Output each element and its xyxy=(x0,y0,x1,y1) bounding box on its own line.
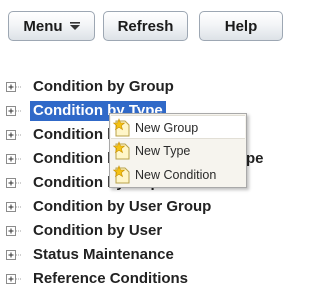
new-star-icon xyxy=(113,118,130,137)
menu-button-label: Menu xyxy=(23,17,63,35)
refresh-button-label: Refresh xyxy=(117,17,174,35)
menu-item-new-group[interactable]: New Group xyxy=(111,115,245,139)
expand-icon[interactable] xyxy=(6,152,21,166)
expand-icon[interactable] xyxy=(6,80,21,94)
new-star-icon xyxy=(113,165,130,184)
menu-button[interactable]: Menu xyxy=(8,11,95,41)
tree-node: Condition by User xyxy=(0,221,286,241)
help-button[interactable]: Help xyxy=(199,11,283,41)
expand-icon[interactable] xyxy=(6,248,21,262)
tree-node: Reference Conditions xyxy=(0,269,286,289)
expand-icon[interactable] xyxy=(6,272,21,286)
refresh-button[interactable]: Refresh xyxy=(103,11,188,41)
help-button-label: Help xyxy=(224,17,258,35)
tree-node: Condition by User Group xyxy=(0,197,286,217)
expand-icon[interactable] xyxy=(6,104,21,118)
context-menu: New Group New Type New Condition xyxy=(109,113,247,188)
tree-node-label-tail: pe xyxy=(246,150,264,167)
menu-dropdown-icon xyxy=(69,22,80,30)
menu-item-new-condition[interactable]: New Condition xyxy=(111,163,245,187)
new-star-icon xyxy=(113,141,130,160)
tree-node: Condition by Group xyxy=(0,77,286,97)
tree-node-label[interactable]: Condition by Group xyxy=(30,77,177,97)
toolbar: Menu Refresh Help xyxy=(0,0,286,56)
expand-icon[interactable] xyxy=(6,176,21,190)
expand-icon[interactable] xyxy=(6,200,21,214)
expand-icon[interactable] xyxy=(6,128,21,142)
menu-item-new-type[interactable]: New Type xyxy=(111,139,245,163)
menu-item-label: New Group xyxy=(135,121,199,135)
expand-icon[interactable] xyxy=(6,224,21,238)
tree-node-label[interactable]: Status Maintenance xyxy=(30,245,177,265)
menu-item-label: New Type xyxy=(135,144,191,158)
tree-node: Status Maintenance xyxy=(0,245,286,265)
tree-node-label[interactable]: Condition by User Group xyxy=(30,197,214,217)
tree-node-label[interactable]: Condition by User xyxy=(30,221,165,241)
tree-node-label[interactable]: Reference Conditions xyxy=(30,269,191,289)
menu-item-label: New Condition xyxy=(135,168,217,182)
